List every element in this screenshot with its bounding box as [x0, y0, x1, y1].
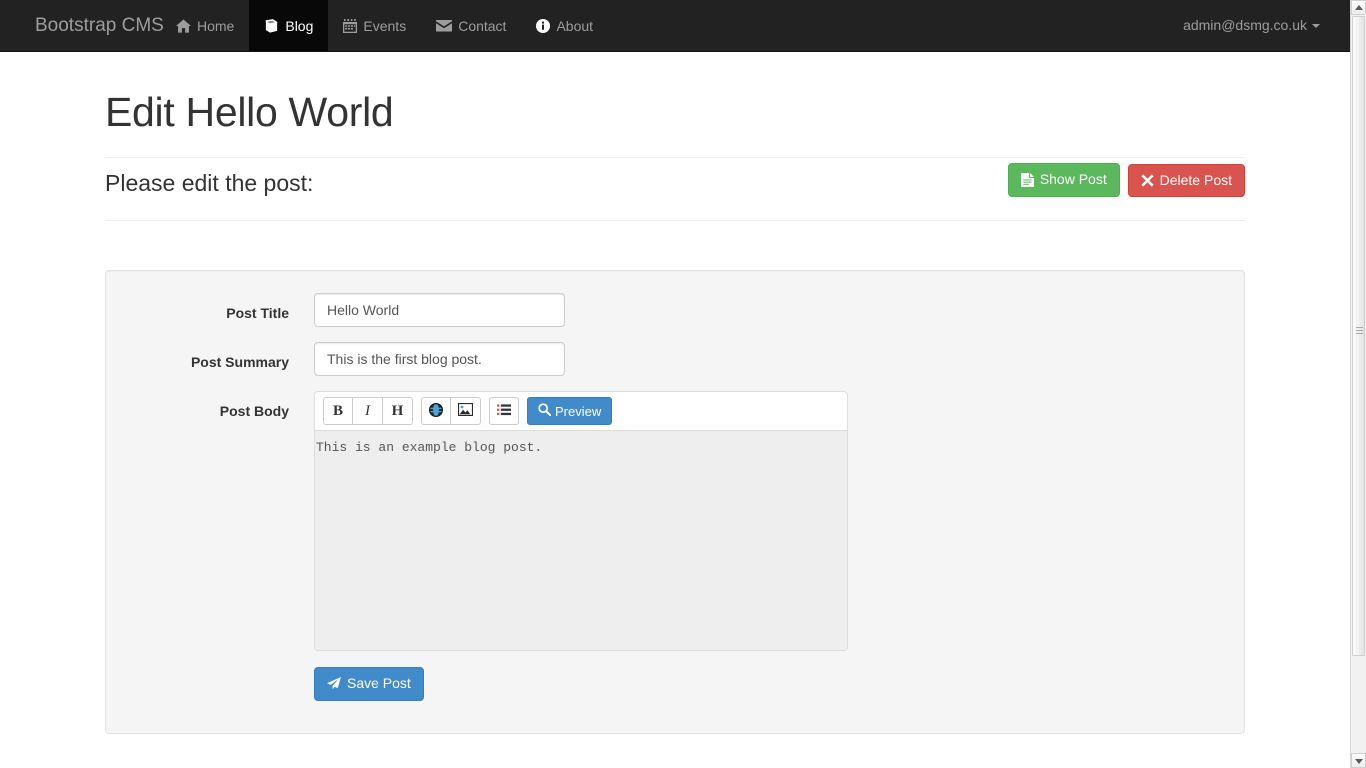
- nav-item-home-label: Home: [197, 17, 235, 34]
- globe-icon: [428, 402, 444, 420]
- show-post-label: Show Post: [1039, 171, 1107, 188]
- scrollbar-grip-icon: [1356, 327, 1363, 334]
- nav-item-contact-label: Contact: [458, 17, 507, 34]
- italic-button[interactable]: I: [353, 397, 383, 425]
- text-style-button-group: B I H: [323, 397, 413, 425]
- envelope-icon: [436, 19, 453, 32]
- bold-glyph: B: [332, 402, 343, 419]
- info-icon: [536, 18, 551, 33]
- insert-button-group: [421, 397, 481, 425]
- delete-post-button[interactable]: Delete Post: [1127, 163, 1245, 198]
- post-body-label: Post Body: [219, 403, 289, 419]
- list-button-group: [489, 397, 519, 425]
- nav-item-blog-label: Blog: [285, 17, 314, 34]
- save-post-label: Save Post: [347, 675, 411, 691]
- link-button[interactable]: [421, 397, 451, 425]
- save-post-wrapper: Save Post: [314, 667, 424, 701]
- scroll-down-arrow-icon[interactable]: [1351, 753, 1366, 768]
- heading-button[interactable]: H: [383, 397, 413, 425]
- list-icon: [497, 403, 511, 419]
- post-title-input[interactable]: [314, 293, 565, 327]
- subhead-divider: [105, 220, 1245, 222]
- calendar-icon: [343, 18, 358, 33]
- nav-item-blog[interactable]: Blog: [249, 0, 329, 51]
- edit-post-panel: Post Title Post Summary Post Body B I: [105, 270, 1245, 734]
- markdown-editor: B I H Preview This is an example blog po…: [314, 391, 848, 651]
- nav-item-about[interactable]: About: [521, 0, 608, 51]
- post-title-label: Post Title: [226, 305, 289, 321]
- nav-item-events[interactable]: Events: [328, 0, 421, 51]
- post-summary-label: Post Summary: [190, 354, 289, 370]
- italic-glyph: I: [365, 402, 370, 419]
- markdown-toolbar: B I H Preview: [315, 392, 847, 430]
- bold-button[interactable]: B: [323, 397, 353, 425]
- vertical-scrollbar[interactable]: [1350, 0, 1366, 768]
- navbar-links: Home Blog Events Contact About: [161, 0, 608, 51]
- scroll-up-arrow-icon[interactable]: [1351, 0, 1366, 15]
- picture-icon: [457, 402, 474, 419]
- user-menu-label: admin@dsmg.co.uk: [1183, 17, 1307, 33]
- subhead-text: Please edit the post:: [105, 170, 314, 197]
- page-container: Edit Hello World Please edit the post: S…: [105, 52, 1245, 222]
- nav-item-home[interactable]: Home: [161, 0, 249, 51]
- remove-x-icon: [1141, 174, 1154, 187]
- list-button[interactable]: [489, 397, 519, 425]
- delete-post-label: Delete Post: [1159, 171, 1232, 188]
- save-post-button[interactable]: Save Post: [314, 667, 424, 701]
- file-text-icon: [1020, 173, 1034, 188]
- caret-down-icon: [1312, 24, 1320, 29]
- nav-item-about-label: About: [556, 17, 594, 34]
- user-menu[interactable]: admin@dsmg.co.uk: [1168, 0, 1335, 51]
- image-button[interactable]: [451, 397, 481, 425]
- book-icon: [264, 18, 279, 33]
- heading-glyph: H: [391, 402, 404, 419]
- page-title: Edit Hello World: [105, 89, 394, 135]
- show-post-button[interactable]: Show Post: [1007, 163, 1120, 197]
- scrollbar-thumb[interactable]: [1352, 16, 1365, 656]
- nav-item-contact[interactable]: Contact: [421, 0, 521, 51]
- subhead-row: Please edit the post: Show Post Delete P…: [105, 158, 1245, 220]
- post-summary-input[interactable]: [314, 342, 565, 376]
- navbar-brand[interactable]: Bootstrap CMS: [20, 0, 179, 51]
- preview-button[interactable]: Preview: [527, 397, 613, 425]
- page-viewport: Bootstrap CMS Home Blog Events Contact A…: [0, 0, 1350, 768]
- search-icon: [538, 403, 552, 419]
- home-icon: [176, 18, 191, 33]
- post-action-buttons: Show Post Delete Post: [1007, 163, 1245, 198]
- preview-label: Preview: [555, 403, 602, 419]
- top-navbar: Bootstrap CMS Home Blog Events Contact A…: [0, 0, 1350, 52]
- nav-item-events-label: Events: [363, 17, 407, 34]
- paper-plane-icon: [327, 676, 341, 691]
- post-body-textarea[interactable]: [315, 430, 847, 650]
